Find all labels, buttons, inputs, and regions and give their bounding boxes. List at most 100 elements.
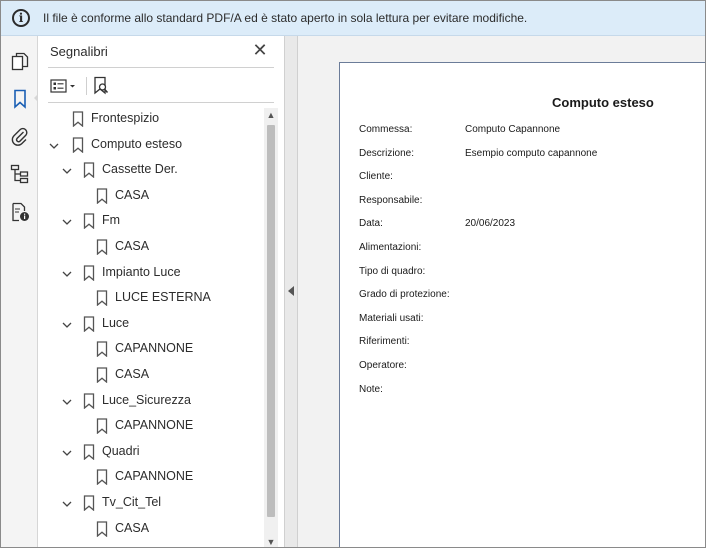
acrobat-window: i Il file è conforme allo standard PDF/A… xyxy=(0,0,706,548)
pdf-page: Computo esteso Commessa: Computo Capannon… xyxy=(339,62,705,547)
scroll-up-arrow-icon[interactable]: ▲ xyxy=(264,108,278,122)
bookmark-label: Fm xyxy=(102,213,121,228)
bookmark-label: CASA xyxy=(115,239,150,253)
bookmark-icon xyxy=(83,213,95,230)
bookmark-icon xyxy=(96,367,108,384)
field-value: Computo Capannone xyxy=(465,124,561,135)
bookmark-item[interactable]: Impianto Luce xyxy=(38,262,264,284)
bookmark-item[interactable]: Computo esteso xyxy=(38,134,264,156)
bookmark-item[interactable]: Cassette Der. xyxy=(38,159,264,181)
bookmark-item[interactable]: Frontespizio xyxy=(38,108,264,130)
collapse-panel-arrow-icon[interactable] xyxy=(288,286,294,296)
bookmark-label: Cassette Der. xyxy=(102,162,178,177)
bookmark-item[interactable]: CAPANNONE xyxy=(38,415,264,437)
bookmark-label: Luce_Sicurezza xyxy=(102,392,191,407)
field-value: Esempio computo capannone xyxy=(465,147,598,159)
scroll-down-arrow-icon[interactable]: ▼ xyxy=(264,535,278,547)
navigation-rail xyxy=(1,36,39,547)
field-label: Grado di protezione: xyxy=(359,289,450,301)
divider xyxy=(48,102,274,103)
bookmark-label: Luce xyxy=(102,315,130,330)
field-label: Note: xyxy=(359,383,383,395)
panel-title: Segnalibri xyxy=(50,44,108,59)
chevron-down-icon[interactable] xyxy=(61,395,73,407)
field-label: Responsabile: xyxy=(359,194,423,206)
field-label: Data: xyxy=(359,218,383,230)
bookmark-label: CAPANNONE xyxy=(115,341,194,356)
bookmark-icon xyxy=(96,239,108,256)
field-value: 20/06/2023 xyxy=(465,218,516,230)
field-label: Materiali usati: xyxy=(359,312,424,324)
attachment-icon[interactable] xyxy=(8,124,32,148)
panel-splitter[interactable] xyxy=(284,36,298,547)
bookmark-icon xyxy=(96,188,108,205)
bookmark-label: Quadri xyxy=(102,443,140,458)
document-title: Computo esteso xyxy=(552,95,654,110)
bookmark-icon xyxy=(83,392,95,409)
chevron-down-icon[interactable] xyxy=(48,139,60,151)
bookmark-item[interactable]: CAPANNONE xyxy=(38,338,264,360)
bookmark-item[interactable]: Tv_Cit_Tel xyxy=(38,492,264,514)
field-label: Commessa: xyxy=(359,124,413,135)
chevron-down-icon[interactable] xyxy=(61,318,73,330)
bookmark-item[interactable]: LUCE ESTERNA xyxy=(38,287,264,309)
info-icon: i xyxy=(12,9,30,27)
bookmark-item[interactable]: CASA xyxy=(38,236,264,258)
field-label: Tipo di quadro: xyxy=(359,265,426,277)
bookmark-icon xyxy=(96,418,108,435)
bookmark-item[interactable]: CASA xyxy=(38,518,264,540)
field-label: Descrizione: xyxy=(359,147,415,159)
bookmark-icon[interactable] xyxy=(8,87,32,111)
bookmark-item[interactable]: CASA xyxy=(38,364,264,386)
chevron-down-icon[interactable] xyxy=(61,497,73,509)
chevron-down-icon[interactable] xyxy=(61,164,73,176)
bookmark-item[interactable]: Fm xyxy=(38,210,264,232)
bookmark-label: CAPANNONE xyxy=(115,469,194,484)
bookmark-icon xyxy=(83,495,95,512)
find-bookmark-icon[interactable] xyxy=(92,75,110,97)
bookmark-item[interactable]: Luce_Sicurezza xyxy=(38,390,264,412)
bookmark-item[interactable]: Quadri xyxy=(38,441,264,463)
bookmark-icon xyxy=(96,520,108,537)
bookmark-icon xyxy=(83,264,95,281)
bookmark-icon xyxy=(96,469,108,486)
bookmark-item[interactable]: CAPANNONE xyxy=(38,466,264,488)
bookmark-label: CASA xyxy=(115,367,150,381)
field-label: Alimentazioni: xyxy=(359,242,422,253)
toolbar-divider xyxy=(86,77,87,95)
scroll-thumb[interactable] xyxy=(267,125,275,517)
field-label: Operatore: xyxy=(359,360,407,371)
pages-icon[interactable] xyxy=(8,50,32,74)
bookmark-label: CAPANNONE xyxy=(115,418,194,433)
bookmark-icon xyxy=(83,162,95,179)
bookmark-label: CASA xyxy=(115,187,150,202)
list-options-icon[interactable] xyxy=(50,75,78,97)
document-viewer[interactable]: Computo esteso Commessa: Computo Capannon… xyxy=(298,36,705,547)
pdfa-info-message: Il file è conforme allo standard PDF/A e… xyxy=(43,11,528,25)
document-lock-icon[interactable] xyxy=(8,200,32,224)
chevron-down-icon[interactable] xyxy=(61,267,73,279)
bookmark-tree: Frontespizio Computo esteso Cassette Der. C… xyxy=(38,108,264,547)
bookmark-icon xyxy=(83,444,95,461)
divider xyxy=(48,67,274,68)
bookmark-item[interactable]: CASA xyxy=(38,185,264,207)
field-label: Riferimenti: xyxy=(359,336,410,348)
bookmark-label: LUCE ESTERNA xyxy=(115,290,211,305)
bookmark-icon xyxy=(72,111,84,128)
layers-icon[interactable] xyxy=(8,162,32,186)
bookmark-icon xyxy=(96,341,108,358)
bookmark-label: Impianto Luce xyxy=(102,264,181,279)
pdfa-info-bar: i Il file è conforme allo standard PDF/A… xyxy=(1,1,705,36)
bookmarks-toolbar xyxy=(48,72,274,100)
bookmark-label: Tv_Cit_Tel xyxy=(102,495,162,509)
chevron-down-icon[interactable] xyxy=(61,215,73,227)
close-icon[interactable]: ✕ xyxy=(252,41,268,59)
bookmark-item[interactable]: Luce xyxy=(38,313,264,335)
bookmark-label: Frontespizio xyxy=(91,111,160,125)
bookmarks-scrollbar[interactable]: ▲ ▼ xyxy=(264,108,278,547)
bookmark-icon xyxy=(83,316,95,333)
chevron-down-icon[interactable] xyxy=(61,446,73,458)
bookmark-icon xyxy=(72,136,84,153)
bookmark-label: CASA xyxy=(115,520,150,535)
bookmark-icon xyxy=(96,290,108,307)
